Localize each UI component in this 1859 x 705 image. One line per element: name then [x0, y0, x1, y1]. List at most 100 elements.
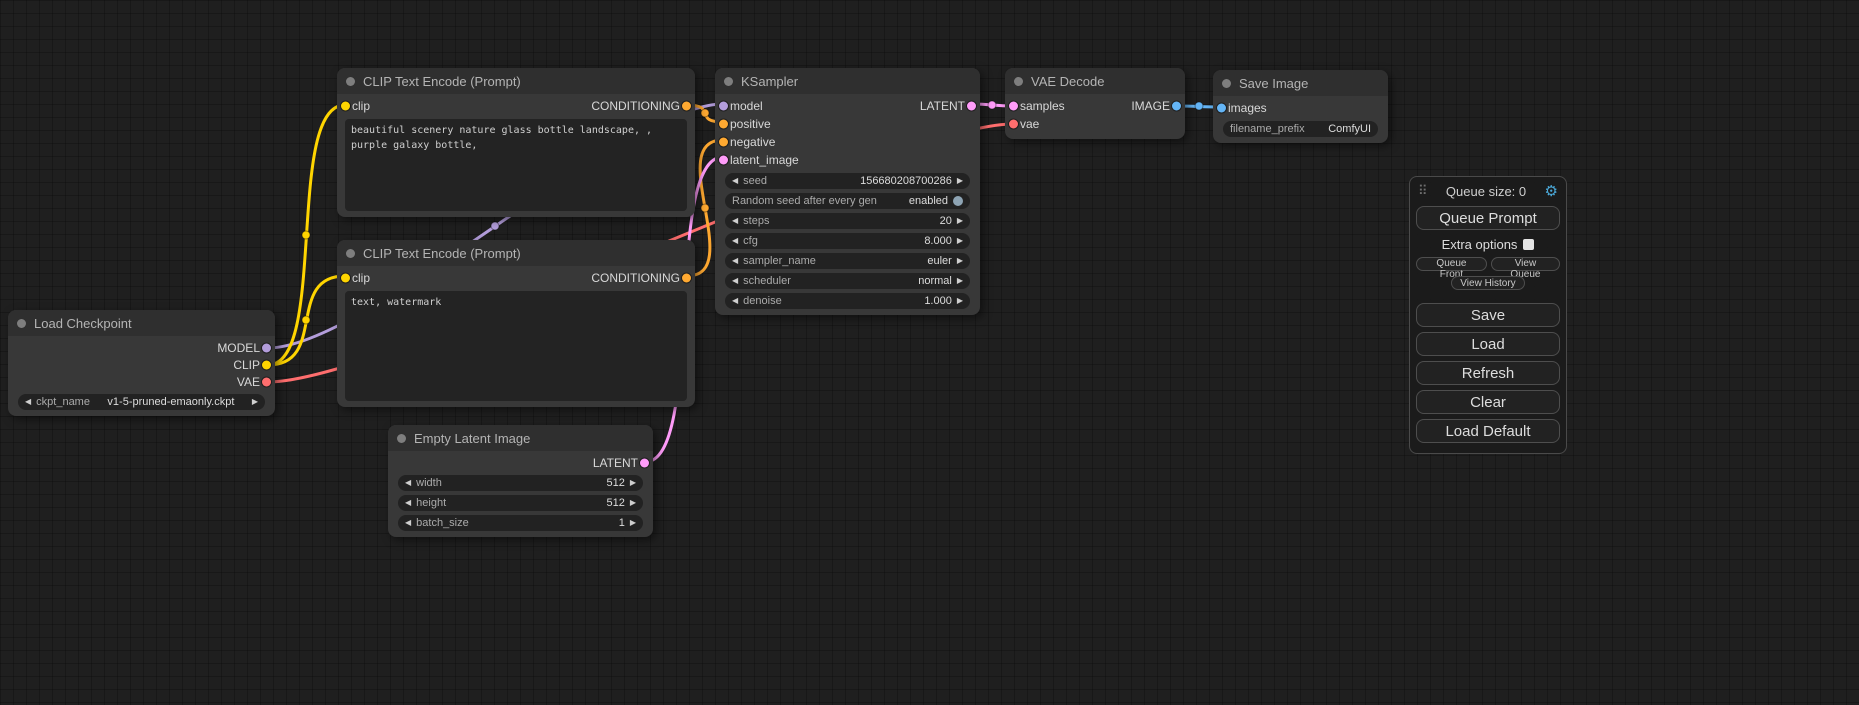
- node-vae-decode[interactable]: VAE Decode samples IMAGE vae: [1005, 68, 1185, 139]
- node-title-bar[interactable]: CLIP Text Encode (Prompt): [337, 240, 695, 266]
- model-output-slot[interactable]: [262, 343, 271, 352]
- clear-button[interactable]: Clear: [1416, 390, 1560, 414]
- save-button[interactable]: Save: [1416, 303, 1560, 327]
- left-arrow-icon[interactable]: ◀: [25, 398, 31, 406]
- prompt-textarea[interactable]: text, watermark: [345, 291, 687, 401]
- node-title-bar[interactable]: Save Image: [1213, 70, 1388, 96]
- images-input-label: images: [1228, 101, 1267, 115]
- comfyui-canvas[interactable]: { "icons": { "left_arrow": "◀", "right_a…: [0, 0, 1859, 705]
- slot-row: LATENT: [388, 454, 653, 471]
- drag-handle-icon[interactable]: ⠿: [1418, 183, 1428, 199]
- extra-options-row: Extra options: [1416, 237, 1560, 252]
- node-title-bar[interactable]: KSampler: [715, 68, 980, 94]
- steps-widget[interactable]: ◀ steps 20 ▶: [725, 213, 970, 229]
- wire-midpoint-dot: [701, 109, 709, 117]
- node-clip-text-encode-positive[interactable]: CLIP Text Encode (Prompt) clip CONDITION…: [337, 68, 695, 217]
- right-arrow-icon[interactable]: ▶: [630, 479, 636, 487]
- clip-input-label: clip: [352, 99, 370, 113]
- node-title: KSampler: [741, 74, 798, 89]
- slot-row: model LATENT: [715, 97, 980, 115]
- extra-options-checkbox[interactable]: [1523, 239, 1534, 250]
- clip-output-label: CLIP: [233, 358, 260, 372]
- view-history-button[interactable]: View History: [1451, 276, 1524, 290]
- collapse-dot-icon[interactable]: [346, 249, 355, 258]
- conditioning-output-slot[interactable]: [682, 101, 691, 110]
- right-arrow-icon[interactable]: ▶: [957, 257, 963, 265]
- image-output-slot[interactable]: [1172, 102, 1181, 111]
- latent-output-slot[interactable]: [640, 458, 649, 467]
- node-empty-latent-image[interactable]: Empty Latent Image LATENT ◀ width 512 ▶ …: [388, 425, 653, 537]
- left-arrow-icon[interactable]: ◀: [405, 499, 411, 507]
- left-arrow-icon[interactable]: ◀: [732, 177, 738, 185]
- right-arrow-icon[interactable]: ▶: [957, 177, 963, 185]
- seed-widget[interactable]: ◀ seed 156680208700286 ▶: [725, 173, 970, 189]
- ckpt-name-widget[interactable]: ◀ ckpt_name v1-5-pruned-emaonly.ckpt ▶: [18, 394, 265, 410]
- negative-input-slot[interactable]: [719, 138, 728, 147]
- latent-output-slot[interactable]: [967, 102, 976, 111]
- samples-input-slot[interactable]: [1009, 102, 1018, 111]
- random-seed-toggle-widget[interactable]: Random seed after every gen enabled: [725, 193, 970, 209]
- cfg-widget[interactable]: ◀ cfg 8.000 ▶: [725, 233, 970, 249]
- node-title-bar[interactable]: CLIP Text Encode (Prompt): [337, 68, 695, 94]
- queue-front-button[interactable]: Queue Front: [1416, 257, 1487, 271]
- refresh-button[interactable]: Refresh: [1416, 361, 1560, 385]
- height-widget[interactable]: ◀ height 512 ▶: [398, 495, 643, 511]
- widget-value: v1-5-pruned-emaonly.ckpt: [95, 396, 247, 408]
- clip-input-slot[interactable]: [341, 273, 350, 282]
- right-arrow-icon[interactable]: ▶: [630, 519, 636, 527]
- scheduler-widget[interactable]: ◀ scheduler normal ▶: [725, 273, 970, 289]
- toggle-dot-icon[interactable]: [953, 196, 963, 206]
- collapse-dot-icon[interactable]: [724, 77, 733, 86]
- left-arrow-icon[interactable]: ◀: [732, 297, 738, 305]
- prompt-textarea[interactable]: beautiful scenery nature glass bottle la…: [345, 119, 687, 211]
- widget-label: steps: [743, 215, 769, 227]
- right-arrow-icon[interactable]: ▶: [957, 297, 963, 305]
- batch-size-widget[interactable]: ◀ batch_size 1 ▶: [398, 515, 643, 531]
- widget-label: height: [416, 497, 446, 509]
- collapse-dot-icon[interactable]: [397, 434, 406, 443]
- node-title-bar[interactable]: Load Checkpoint: [8, 310, 275, 336]
- width-widget[interactable]: ◀ width 512 ▶: [398, 475, 643, 491]
- node-load-checkpoint[interactable]: Load Checkpoint MODEL CLIP VAE ◀ ckpt_na…: [8, 310, 275, 416]
- view-queue-button[interactable]: View Queue: [1491, 257, 1560, 271]
- load-default-button[interactable]: Load Default: [1416, 419, 1560, 443]
- queue-prompt-button[interactable]: Queue Prompt: [1416, 206, 1560, 230]
- node-clip-text-encode-negative[interactable]: CLIP Text Encode (Prompt) clip CONDITION…: [337, 240, 695, 407]
- right-arrow-icon[interactable]: ▶: [957, 237, 963, 245]
- left-arrow-icon[interactable]: ◀: [732, 217, 738, 225]
- queue-panel-header: ⠿ Queue size: 0 ⚙: [1416, 181, 1560, 201]
- node-save-image[interactable]: Save Image images filename_prefix ComfyU…: [1213, 70, 1388, 143]
- conditioning-output-slot[interactable]: [682, 273, 691, 282]
- wire-clip-to-positive: [268, 105, 345, 365]
- model-input-slot[interactable]: [719, 102, 728, 111]
- left-arrow-icon[interactable]: ◀: [732, 277, 738, 285]
- filename-prefix-widget[interactable]: filename_prefix ComfyUI: [1223, 121, 1378, 137]
- collapse-dot-icon[interactable]: [17, 319, 26, 328]
- right-arrow-icon[interactable]: ▶: [252, 398, 258, 406]
- clip-output-slot[interactable]: [262, 360, 271, 369]
- vae-input-slot[interactable]: [1009, 120, 1018, 129]
- images-input-slot[interactable]: [1217, 104, 1226, 113]
- collapse-dot-icon[interactable]: [1014, 77, 1023, 86]
- node-title-bar[interactable]: VAE Decode: [1005, 68, 1185, 94]
- left-arrow-icon[interactable]: ◀: [732, 257, 738, 265]
- left-arrow-icon[interactable]: ◀: [405, 479, 411, 487]
- vae-output-slot[interactable]: [262, 377, 271, 386]
- positive-input-slot[interactable]: [719, 120, 728, 129]
- wire-clip-to-negative: [268, 276, 345, 365]
- load-button[interactable]: Load: [1416, 332, 1560, 356]
- right-arrow-icon[interactable]: ▶: [957, 217, 963, 225]
- latent-image-input-slot[interactable]: [719, 156, 728, 165]
- collapse-dot-icon[interactable]: [1222, 79, 1231, 88]
- right-arrow-icon[interactable]: ▶: [957, 277, 963, 285]
- collapse-dot-icon[interactable]: [346, 77, 355, 86]
- node-ksampler[interactable]: KSampler model LATENT positive negative …: [715, 68, 980, 315]
- sampler-name-widget[interactable]: ◀ sampler_name euler ▶: [725, 253, 970, 269]
- right-arrow-icon[interactable]: ▶: [630, 499, 636, 507]
- settings-gear-icon[interactable]: ⚙: [1545, 182, 1558, 200]
- left-arrow-icon[interactable]: ◀: [732, 237, 738, 245]
- node-title-bar[interactable]: Empty Latent Image: [388, 425, 653, 451]
- denoise-widget[interactable]: ◀ denoise 1.000 ▶: [725, 293, 970, 309]
- clip-input-slot[interactable]: [341, 101, 350, 110]
- left-arrow-icon[interactable]: ◀: [405, 519, 411, 527]
